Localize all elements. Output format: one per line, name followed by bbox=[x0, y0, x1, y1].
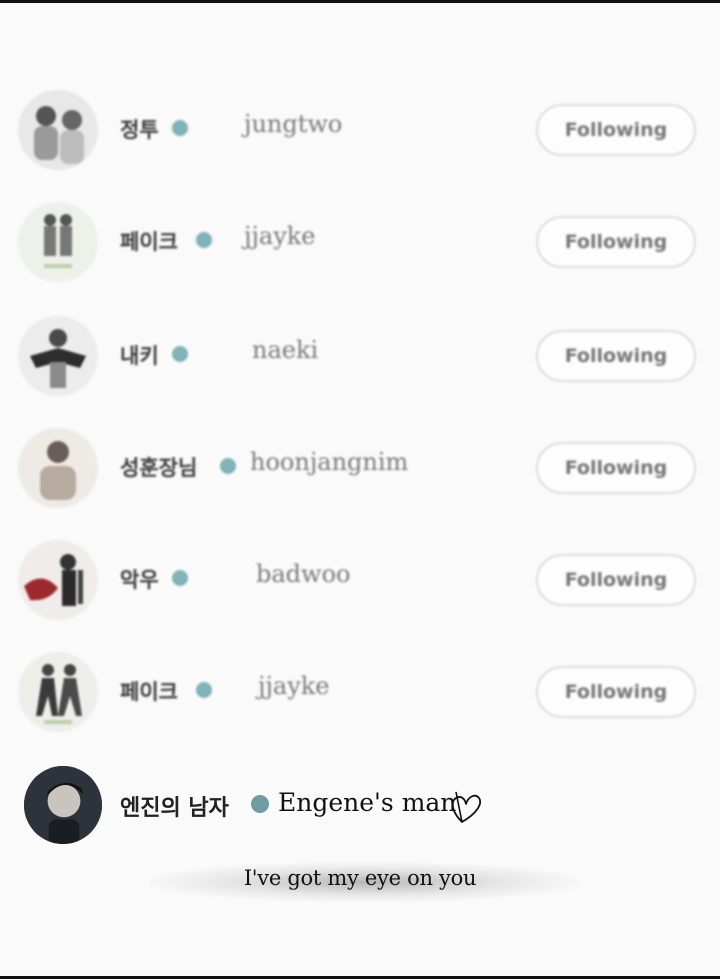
username: jjayke bbox=[244, 222, 316, 250]
list-item[interactable]: 성훈장님 hoonjangnim Following bbox=[0, 422, 720, 512]
avatar[interactable] bbox=[18, 540, 98, 620]
display-name: 성훈장님 bbox=[120, 456, 198, 480]
list-item[interactable]: 페이크 jjayke Following bbox=[0, 646, 720, 736]
list-item[interactable]: 내키 naeki Following bbox=[0, 310, 720, 400]
following-button[interactable]: Following bbox=[536, 104, 696, 156]
featured-caption: Engene's man bbox=[278, 788, 457, 817]
list-item[interactable]: 페이크 jjayke Following bbox=[0, 196, 720, 286]
display-name: 페이크 bbox=[120, 680, 178, 704]
verified-badge-icon bbox=[251, 795, 269, 813]
verified-badge-icon bbox=[196, 232, 212, 248]
avatar[interactable] bbox=[18, 316, 98, 396]
display-name: 페이크 bbox=[120, 230, 178, 254]
following-button[interactable]: Following bbox=[536, 554, 696, 606]
heart-doodle-icon bbox=[451, 791, 481, 823]
username: jungtwo bbox=[244, 110, 343, 138]
avatar[interactable] bbox=[18, 90, 98, 170]
avatar[interactable] bbox=[18, 428, 98, 508]
display-name: 내키 bbox=[120, 344, 159, 368]
featured-avatar[interactable] bbox=[24, 766, 102, 844]
verified-badge-icon bbox=[172, 120, 188, 136]
following-button[interactable]: Following bbox=[536, 216, 696, 268]
following-button[interactable]: Following bbox=[536, 666, 696, 718]
display-name: 정투 bbox=[120, 118, 159, 142]
featured-display-name: 엔진의 남자 bbox=[120, 796, 229, 821]
username: hoonjangnim bbox=[250, 448, 409, 476]
username: jjayke bbox=[258, 672, 330, 700]
verified-badge-icon bbox=[196, 682, 212, 698]
subtitle-text: I've got my eye on you bbox=[243, 866, 477, 890]
list-item[interactable]: 정투 jungtwo Following bbox=[0, 84, 720, 174]
avatar[interactable] bbox=[18, 652, 98, 732]
following-button[interactable]: Following bbox=[536, 330, 696, 382]
username: badwoo bbox=[256, 560, 351, 588]
verified-badge-icon bbox=[220, 458, 236, 474]
display-name: 악우 bbox=[120, 568, 159, 592]
featured-account[interactable]: 엔진의 남자 Engene's man bbox=[0, 760, 720, 850]
avatar[interactable] bbox=[18, 202, 98, 282]
username: naeki bbox=[252, 336, 319, 364]
top-border bbox=[0, 0, 720, 3]
list-item[interactable]: 악우 badwoo Following bbox=[0, 534, 720, 624]
verified-badge-icon bbox=[172, 346, 188, 362]
verified-badge-icon bbox=[172, 570, 188, 586]
following-button[interactable]: Following bbox=[536, 442, 696, 494]
